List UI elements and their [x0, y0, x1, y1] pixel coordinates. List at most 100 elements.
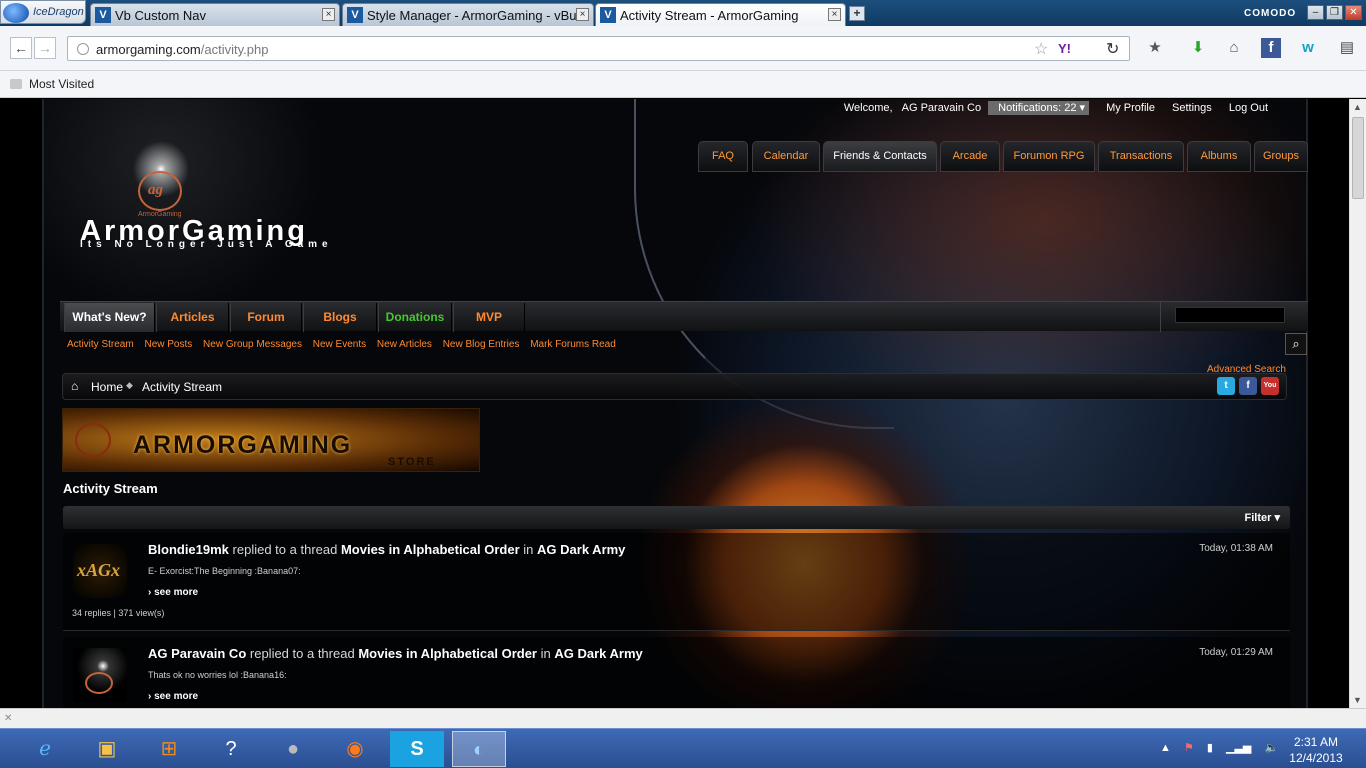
scrollbar-thumb[interactable]	[1352, 117, 1364, 199]
scroll-up-icon[interactable]: ▲	[1353, 102, 1362, 112]
store-banner-title: ARMORGAMING	[133, 431, 353, 459]
subnav-new-blog-entries[interactable]: New Blog Entries	[443, 339, 520, 350]
reload-icon[interactable]: ↻	[1106, 39, 1119, 59]
topnav-faq[interactable]: FAQ	[698, 141, 748, 172]
maximize-window-button[interactable]: ❐	[1326, 5, 1343, 20]
avatar[interactable]	[73, 648, 127, 702]
forward-button[interactable]: →	[34, 37, 56, 59]
tab-whats-new[interactable]: What's New?	[64, 303, 155, 332]
breadcrumb-separator-icon: ◆	[126, 380, 133, 390]
activity-group-link[interactable]: AG Dark Army	[554, 646, 642, 661]
activity-headline: Blondie19mk replied to a thread Movies i…	[148, 542, 626, 557]
vbulletin-favicon-icon: V	[95, 7, 111, 23]
close-tab-icon[interactable]: ×	[828, 8, 841, 21]
subnav-mark-forums-read[interactable]: Mark Forums Read	[530, 339, 616, 350]
addon-icon[interactable]: w	[1298, 38, 1318, 58]
close-window-button[interactable]: ✕	[1345, 5, 1362, 20]
clock-time: 2:31 AM	[1293, 735, 1339, 749]
avatar[interactable]: xAGx	[73, 544, 127, 598]
tab-mvp[interactable]: MVP	[453, 303, 525, 332]
topnav-friends-contacts[interactable]: Friends & Contacts	[823, 141, 937, 172]
see-more-link[interactable]: › see more	[148, 587, 198, 598]
subnav-activity-stream[interactable]: Activity Stream	[67, 339, 134, 350]
show-hidden-icons-icon[interactable]: ▲	[1160, 742, 1171, 754]
topnav-albums[interactable]: Albums	[1187, 141, 1251, 172]
close-tab-icon[interactable]: ×	[322, 8, 335, 21]
topnav-groups[interactable]: Groups	[1254, 141, 1308, 172]
office-app-icon[interactable]: ⊞	[142, 731, 196, 767]
my-profile-link[interactable]: My Profile	[1106, 102, 1155, 114]
tab-donations[interactable]: Donations	[378, 303, 452, 332]
topnav-transactions[interactable]: Transactions	[1098, 141, 1184, 172]
signal-icon[interactable]: ▁▃▅	[1226, 742, 1251, 754]
site-logo[interactable]: ag ArmorGaming ArmorGaming Its No Longer…	[76, 139, 386, 254]
search-input[interactable]	[1175, 307, 1285, 323]
bookmark-star-icon[interactable]: ☆	[1034, 39, 1048, 59]
store-banner[interactable]: ARMORGAMING STORE	[62, 408, 480, 472]
tab-forum[interactable]: Forum	[230, 303, 302, 332]
home-icon[interactable]: ⌂	[1224, 38, 1244, 58]
search-engine-yahoo-icon[interactable]: Y!	[1058, 41, 1071, 56]
see-more-link[interactable]: › see more	[148, 691, 198, 702]
topnav-arcade[interactable]: Arcade	[940, 141, 1000, 172]
youtube-icon[interactable]: You	[1261, 377, 1279, 395]
skype-icon[interactable]: S	[390, 731, 444, 767]
breadcrumb-home[interactable]: Home	[91, 380, 123, 394]
new-tab-button[interactable]: +	[849, 6, 865, 21]
activity-thread-link[interactable]: Movies in Alphabetical Order	[341, 542, 520, 557]
page-scrollbar[interactable]: ▲ ▼	[1349, 99, 1366, 708]
close-addon-bar-icon[interactable]: ✕	[4, 713, 12, 724]
username-link[interactable]: AG Paravain Co	[902, 102, 981, 114]
topnav-calendar[interactable]: Calendar	[752, 141, 820, 172]
facebook-icon[interactable]: f	[1261, 38, 1281, 58]
settings-link[interactable]: Settings	[1172, 102, 1212, 114]
activity-thread-link[interactable]: Movies in Alphabetical Order	[358, 646, 537, 661]
tab-activity-stream[interactable]: V Activity Stream - ArmorGaming ×	[595, 3, 846, 26]
filter-bar: Filter ▾	[63, 506, 1290, 529]
logout-link[interactable]: Log Out	[1229, 102, 1268, 114]
activity-group-link[interactable]: AG Dark Army	[537, 542, 625, 557]
activity-user-link[interactable]: AG Paravain Co	[148, 646, 246, 661]
welcome-label: Welcome,	[843, 102, 893, 114]
tab-articles[interactable]: Articles	[156, 303, 229, 332]
facebook-icon[interactable]: f	[1239, 377, 1257, 395]
help-icon[interactable]: ?	[204, 731, 258, 767]
twitter-icon[interactable]: t	[1217, 377, 1235, 395]
network-icon[interactable]: ▮	[1207, 742, 1213, 754]
globe-app-icon[interactable]: ●	[266, 731, 320, 767]
url-text[interactable]: armorgaming.com/activity.php	[96, 42, 268, 57]
firefox-icon[interactable]: ◉	[328, 731, 382, 767]
search-button[interactable]: ⌕	[1285, 333, 1307, 355]
subnav-new-posts[interactable]: New Posts	[144, 339, 192, 350]
filter-dropdown[interactable]: Filter ▾	[1245, 511, 1280, 524]
close-tab-icon[interactable]: ×	[576, 8, 589, 21]
tab-blogs[interactable]: Blogs	[303, 303, 377, 332]
browser-app-menu-button[interactable]: IceDragon	[0, 0, 86, 24]
activity-time: Today, 01:38 AM	[1199, 543, 1273, 554]
page-title: Activity Stream	[63, 481, 158, 496]
bookmarks-menu-icon[interactable]: ★	[1145, 38, 1165, 58]
bookmark-most-visited[interactable]: Most Visited	[29, 77, 94, 91]
minimize-window-button[interactable]: –	[1307, 5, 1324, 20]
menu-icon[interactable]: ▤	[1337, 38, 1357, 58]
scroll-down-icon[interactable]: ▼	[1353, 695, 1362, 705]
notifications-dropdown[interactable]: Notifications: 22 ▾	[988, 101, 1090, 115]
windows-taskbar: ℯ ▣ ⊞ ? ● ◉ S ◐ ▲ ⚑ ▮ ▁▃▅ 🔈 2:31 AM 12/4…	[0, 728, 1366, 768]
subnav-new-events[interactable]: New Events	[313, 339, 366, 350]
address-bar[interactable]: armorgaming.com/activity.php ☆ Y! ↻	[67, 36, 1130, 61]
volume-icon[interactable]: 🔈	[1264, 742, 1278, 754]
activity-user-link[interactable]: Blondie19mk	[148, 542, 229, 557]
action-center-flag-icon[interactable]: ⚑	[1184, 742, 1194, 754]
subnav-new-articles[interactable]: New Articles	[377, 339, 432, 350]
download-icon[interactable]: ⬇	[1188, 38, 1208, 58]
subnav-new-group-messages[interactable]: New Group Messages	[203, 339, 302, 350]
icedragon-taskbar-icon[interactable]: ◐	[452, 731, 506, 767]
tab-vb-custom-nav[interactable]: V Vb Custom Nav ×	[90, 3, 340, 26]
file-explorer-icon[interactable]: ▣	[80, 731, 134, 767]
back-button[interactable]: ←	[10, 37, 32, 59]
topnav-forumon-rpg[interactable]: Forumon RPG	[1003, 141, 1095, 172]
home-icon[interactable]: ⌂	[71, 380, 83, 392]
system-clock[interactable]: 2:31 AM 12/4/2013	[1286, 734, 1346, 766]
tab-style-manager[interactable]: V Style Manager - ArmorGaming - vBulle..…	[342, 3, 594, 26]
internet-explorer-icon[interactable]: ℯ	[18, 731, 72, 767]
